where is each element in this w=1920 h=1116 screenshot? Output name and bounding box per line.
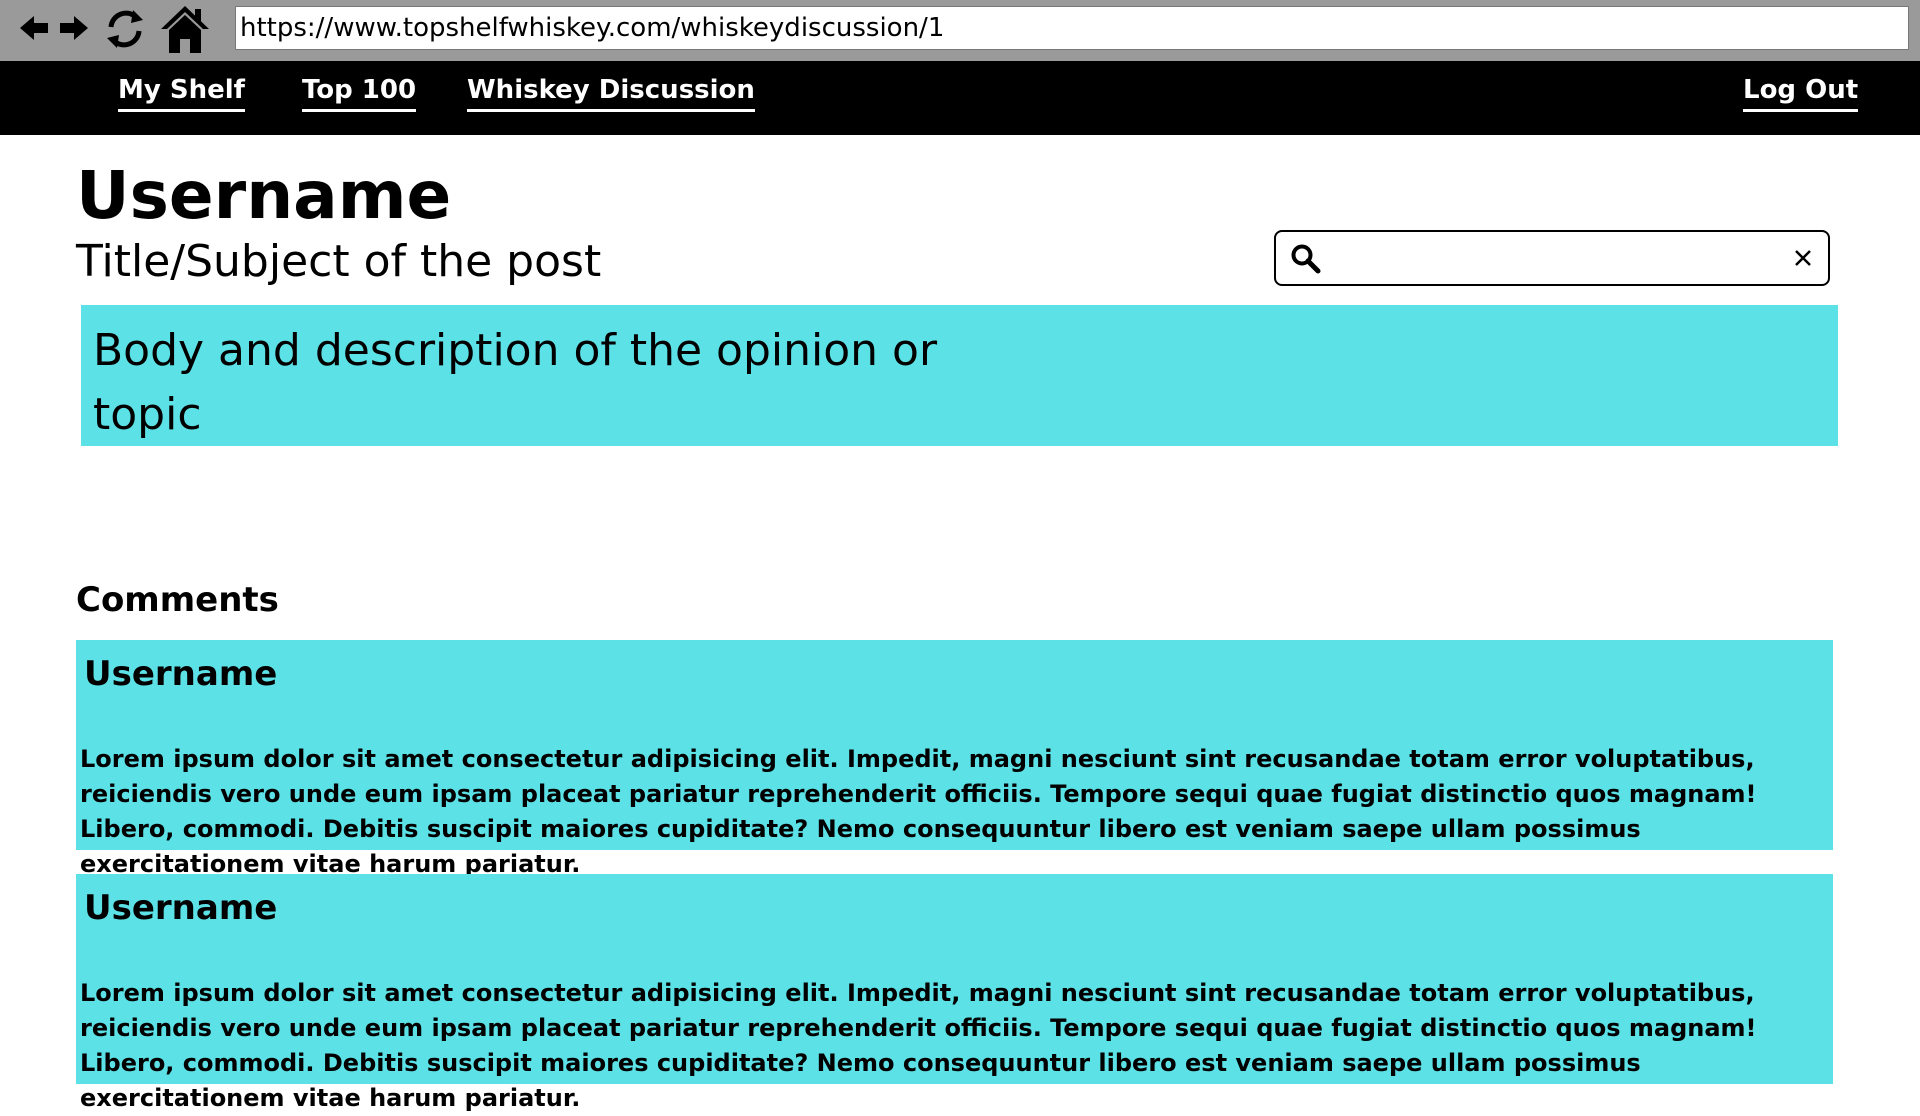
site-navbar: My Shelf Top 100 Whiskey Discussion Log … [0,61,1920,135]
arrow-left-icon[interactable] [16,10,52,46]
refresh-icon[interactable] [100,4,150,54]
comment-card: Username Lorem ipsum dolor sit amet cons… [76,640,1833,878]
search-input[interactable] [1332,240,1756,278]
url-text: https://www.topshelfwhiskey.com/whiskeyd… [240,13,945,43]
close-icon[interactable] [1790,245,1816,271]
comment-text: Lorem ipsum dolor sit amet consectetur a… [80,745,1757,878]
home-icon[interactable] [158,2,212,56]
nav-link-my-shelf[interactable]: My Shelf [118,75,245,112]
search-box [1274,230,1830,286]
arrow-right-icon[interactable] [56,10,92,46]
address-bar[interactable]: https://www.topshelfwhiskey.com/whiskeyd… [235,6,1909,50]
search-icon [1290,243,1322,275]
nav-link-whiskey-discussion[interactable]: Whiskey Discussion [467,75,755,112]
comment-text: Lorem ipsum dolor sit amet consectetur a… [80,979,1757,1112]
logout-link[interactable]: Log Out [1743,75,1859,112]
post-author-username: Username [76,157,452,234]
post-title: Title/Subject of the post [76,236,602,287]
comment-card: Username Lorem ipsum dolor sit amet cons… [76,874,1833,1112]
comment-username: Username [84,654,278,694]
nav-link-top-100[interactable]: Top 100 [302,75,417,112]
post-body: Body and description of the opinion or t… [81,305,1838,446]
post-body-text: Body and description of the opinion or t… [93,325,938,440]
comments-heading: Comments [76,580,279,620]
comment-username: Username [84,888,278,928]
browser-toolbar: https://www.topshelfwhiskey.com/whiskeyd… [0,0,1920,61]
